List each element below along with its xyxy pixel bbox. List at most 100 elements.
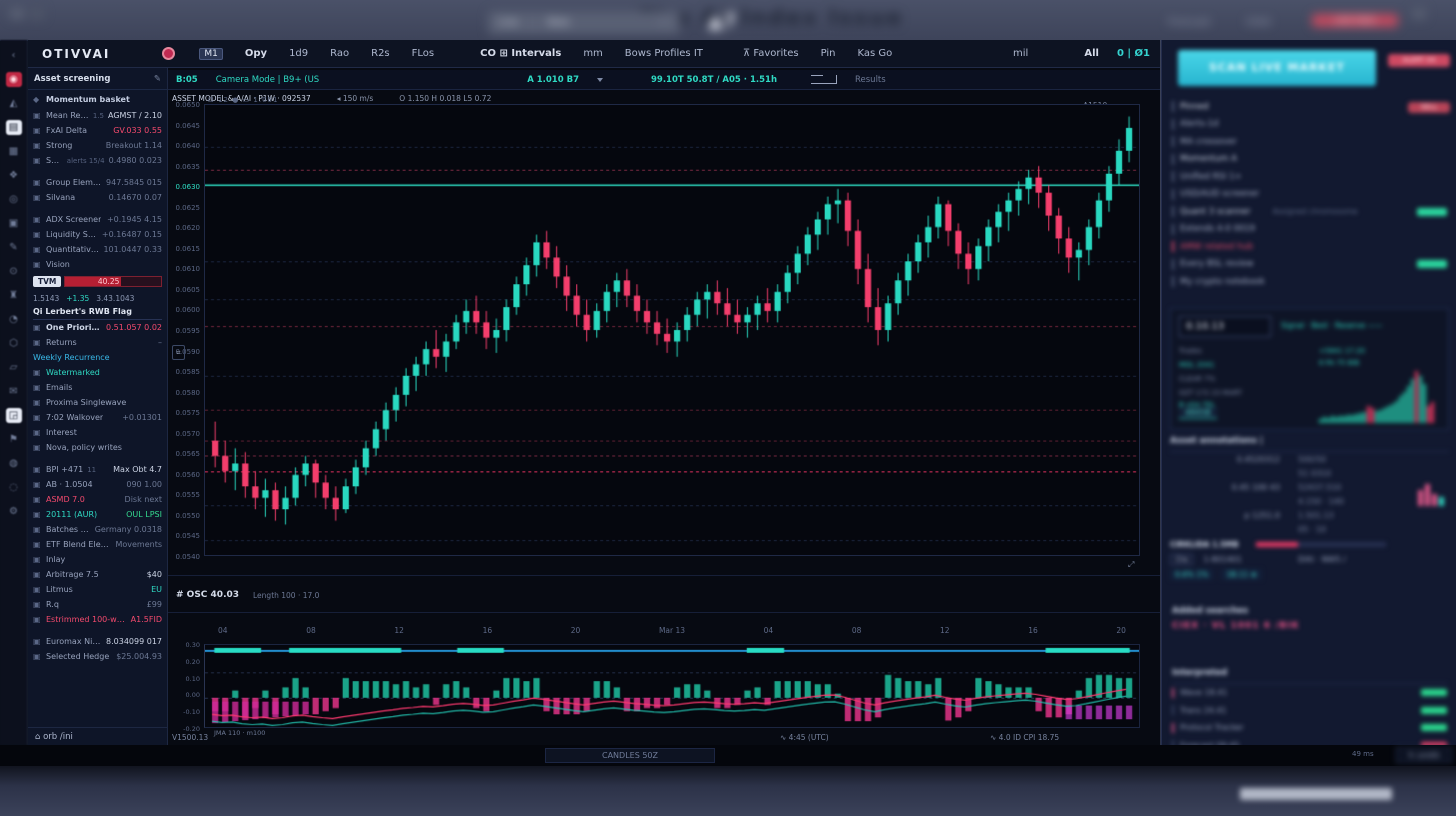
watchlist-row[interactable]: ▣StrongBreakout 1.14 [33,138,162,153]
watchlist-footer[interactable]: ⌂ orb /ini [28,727,167,745]
desktop-right-item-1[interactable]: Forecast [1168,17,1210,28]
settings-icon[interactable]: ⚙ [6,504,22,519]
watchlist-row[interactable]: ▣Quantitative F101.0447 0.33 [33,242,162,257]
back-icon[interactable]: ‹ [6,48,22,63]
target-icon[interactable]: ◎ [6,192,22,207]
scanner-item[interactable]: Quant 3 scannerAssigned chromosome [1172,203,1447,221]
watchlist-row[interactable]: ▣Scanalerts 15/40.4980 0.023 [33,153,162,168]
toolbar-kas[interactable]: Kas Go [858,48,893,59]
watchlist-row[interactable]: ▣20111 (AUR)OUL LPSI [33,507,162,522]
chart-interval[interactable]: B:05 [176,75,198,85]
taskbar-item[interactable] [1240,788,1392,800]
sell-button[interactable]: TVM [33,276,61,287]
watchlist-row[interactable]: ▣Batches Line · 1-dayGermany 0.0318 [33,522,162,537]
desktop-icon-2[interactable] [30,8,44,19]
oscillator-chart[interactable] [204,644,1140,728]
watchlist-row[interactable]: ▣Silvana0.14670 0.07 [33,190,162,205]
hex-icon[interactable]: ⬡ [6,336,22,351]
scanner-item[interactable]: MA crossover [1172,133,1447,151]
scanner-item[interactable]: Every BSL review [1172,256,1447,274]
plot-mini-tools[interactable]: ⊡ 12 ● ▭ 1.001 [208,96,278,104]
detail-chip[interactable]: 0.6% 1% [1170,569,1213,580]
refresh-widget[interactable]: ↻ smith [1396,747,1452,763]
toolbar-pin[interactable]: Pin [821,48,836,59]
toolbar-mm[interactable]: mm [583,48,602,59]
measure-icon[interactable]: ⊙ [6,264,22,279]
orders-icon[interactable]: ◍ [6,456,22,471]
watchlist-row[interactable]: ▣Liquidity S · 1.04+0.16487 0.15 [33,227,162,242]
signal-row[interactable]: Forecast 09:45 [1172,737,1447,746]
flag-icon[interactable]: ⚑ [6,432,22,447]
pill-chevrons[interactable]: ‹ › [659,17,670,28]
results-button[interactable]: Results [855,75,886,85]
toolbar-item-2[interactable]: 1d9 [289,48,308,59]
price-axis[interactable]: 0.06500.06450.06400.06350.06300.06250.06… [168,104,203,556]
desktop-icon-1[interactable] [10,8,24,19]
watchlist-row[interactable]: ▣Returns– [33,335,162,350]
order-chip[interactable]: 4845B [1179,407,1217,419]
watchlist-row[interactable]: ▣Group Elements 09947.5845 015 [33,175,162,190]
watchlist-row[interactable]: ▣Arbitrage 7.5$40 [33,567,162,582]
scanner-item[interactable]: Unified RSI 1+ [1172,168,1447,186]
watchlist-row[interactable]: ▣Estrimmed 100-westA1.5FID [33,612,162,627]
components-icon[interactable]: ❖ [6,168,22,183]
watchlist-row[interactable]: ▣Watermarked [33,365,162,380]
desktop-right-item-2[interactable]: Orbit [1246,17,1271,28]
desktop-icon-3[interactable] [1412,8,1426,19]
scanner-item[interactable]: Extends 4-0 0019 [1172,221,1447,239]
watchlist-row[interactable]: ▣ADX Screener+0.1945 4.15 [33,212,162,227]
watchlist-row[interactable]: ▣Inlay [33,552,162,567]
scan-market-button[interactable]: SCAN LIVE MARKET [1178,50,1376,86]
grid-icon[interactable]: ▦ [6,144,22,159]
watchlist-row[interactable]: ▣LitmusEU [33,582,162,597]
watchlist-row[interactable]: ▣AB · 1.0504090 1.00 [33,477,162,492]
watchlist-row[interactable]: ▣R.q£99 [33,597,162,612]
scanner-item[interactable]: AMW related hub [1172,238,1447,256]
live-feed-chip[interactable]: LIVE FEED [1312,14,1398,27]
screen-icon[interactable]: ◲ [6,408,22,423]
layers-icon[interactable]: ◭ [6,96,22,111]
desktop-tab-pill[interactable]: Live New ‹ › [488,11,680,34]
indicator-title[interactable]: # OSC 40.03 [176,590,239,600]
chart-mode[interactable]: Camera Mode | B9+ (US [216,75,319,85]
chat-icon[interactable]: ◌ [6,480,22,495]
watchlist-row[interactable]: ▣Proxima Singlewave [33,395,162,410]
mail-icon[interactable]: ✉ [6,384,22,399]
watchlist-row[interactable]: ▣ETF Blend ElementsMovements [33,537,162,552]
clock-icon[interactable]: ◔ [6,312,22,327]
toolbar-item-1[interactable]: Opy [245,48,267,59]
toolbar-intervals[interactable]: CO ⊞ Intervals [480,48,561,59]
scanner-item[interactable]: USD/AUD screener [1172,186,1447,204]
mode-badge[interactable]: M1 [199,48,223,60]
toolbar-item-4[interactable]: R2s [371,48,390,59]
chevron-down-icon[interactable] [597,78,603,82]
watchlist-icon[interactable]: ▤ [6,120,22,135]
pill-live[interactable]: Live [498,17,518,28]
step-line-icon[interactable] [811,75,837,84]
toolbar-item-5[interactable]: FLos [412,48,434,59]
panel-icon[interactable]: ▣ [6,216,22,231]
watchlist-link[interactable]: Weekly Recurrence [33,350,162,365]
record-icon[interactable]: ◉ [6,72,22,87]
watchlist-row[interactable]: ▣Vision [33,257,162,272]
watchlist-row[interactable]: ▣Euromax Nine8.034099 017 [33,634,162,649]
scanner-item[interactable]: Alerts-1d [1172,116,1447,134]
watchlist-row[interactable]: ▣Nova, policy writes [33,440,162,455]
watchlist-row[interactable]: ▣ASMD 7.0Disk next [33,492,162,507]
watchlist-row[interactable]: ▣BPI +47111Max Obt 4.7 [33,462,162,477]
watchlist-row[interactable]: ▣Emails [33,380,162,395]
watchlist-row[interactable]: ▣Mean Rev 701.5AGMST / 2.10 [33,108,162,123]
ole-chip[interactable]: Ole [1170,554,1193,565]
spread-widget[interactable]: TVM40.25 [33,272,162,291]
price-input[interactable]: 0.10.13 [1179,316,1271,337]
strategy-icon[interactable]: ♜ [6,288,22,303]
axis-tool-chip[interactable]: ⌗ [172,345,185,360]
scanner-item[interactable]: Momentum A [1172,151,1447,169]
chart-price-a[interactable]: A 1.010 B7 [527,75,579,85]
scanner-item[interactable]: Pinned [1172,98,1447,116]
toolbar-all[interactable]: All [1084,48,1099,59]
detail-chip[interactable]: 1B.11 ⊕ [1221,569,1262,580]
record-button[interactable] [162,47,175,60]
order-links[interactable]: Signal · Best · Reserve —— [1281,321,1382,330]
watchlist-row[interactable]: ▣Selected Hedge$25.004.93 [33,649,162,664]
